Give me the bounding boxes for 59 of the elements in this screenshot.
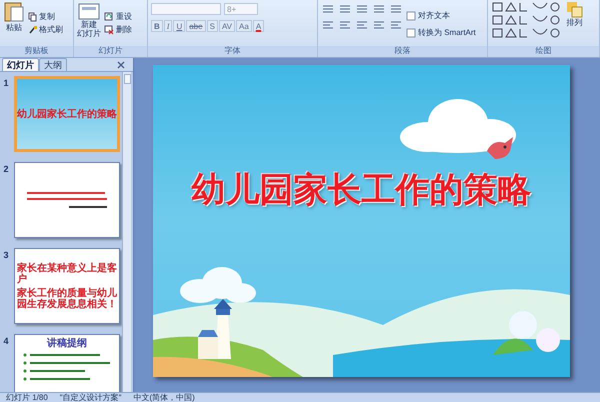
list-icon <box>372 3 386 15</box>
format-button[interactable]: AV <box>218 20 236 32</box>
toolbar-button[interactable]: 格式刷 <box>28 24 63 35</box>
slide-number: 4 <box>2 335 10 346</box>
slide-title: 幼儿园家长工作的策略 <box>190 170 532 210</box>
copy-icon <box>28 12 37 22</box>
toolbar-button[interactable]: 重设 <box>104 11 132 22</box>
pane-tab[interactable]: 大纲 <box>39 58 67 71</box>
font-name-field[interactable] <box>151 3 221 15</box>
status-text: 幻灯片 1/80 <box>5 393 49 402</box>
align-icon <box>321 19 335 31</box>
list-icon <box>338 3 352 15</box>
format-button[interactable]: U <box>173 20 186 32</box>
close-icon[interactable] <box>117 61 125 69</box>
align-icon <box>338 19 352 31</box>
toolbar-button[interactable]: 转换为 SmartArt <box>406 27 476 38</box>
delete-icon <box>104 24 114 34</box>
arrange-button[interactable]: 排列 <box>566 0 583 28</box>
slide-thumbnail[interactable]: 家长在某种意义上是客户 家长工作的质量与幼儿园生存发展息息相关！ <box>14 248 120 324</box>
slide-thumbnail[interactable] <box>14 162 120 238</box>
format-button[interactable]: I <box>164 20 172 32</box>
group-label: 绘图 <box>488 46 599 57</box>
toolbar-button[interactable]: 对齐文本 <box>406 10 476 21</box>
slide-number: 2 <box>2 163 10 174</box>
slide-number: 3 <box>2 249 10 260</box>
reset-icon <box>104 12 114 22</box>
align-icon <box>372 19 386 31</box>
thumbnail-title: 幼儿园家长工作的策略 <box>17 108 117 120</box>
thumbnail-text: 家长工作的质量与幼儿园生存发展息息相关！ <box>17 288 117 310</box>
group-label: 剪贴板 <box>0 46 73 57</box>
slide-icon <box>77 2 101 20</box>
list-icon <box>321 3 335 15</box>
format-button[interactable]: Aa <box>236 20 252 32</box>
brush-icon <box>28 24 37 34</box>
format-button[interactable]: abe <box>186 20 206 32</box>
list-icon <box>389 3 403 15</box>
list-icon <box>355 3 369 15</box>
align-icon <box>389 19 403 31</box>
thumbnail-text: 家长在某种意义上是客户 <box>17 262 117 284</box>
pane-tab[interactable]: 幻灯片 <box>2 58 39 71</box>
align-icon <box>355 19 369 31</box>
group-label: 字体 <box>148 46 317 57</box>
group-label: 幻灯片 <box>74 46 147 57</box>
slide-number: 1 <box>2 77 10 88</box>
scrollbar[interactable] <box>122 72 131 392</box>
clipboard-icon <box>3 1 25 23</box>
slide-thumbnail[interactable]: 讲稿提纲 <box>14 334 120 392</box>
status-text: 中文(简体，中国) <box>132 393 196 402</box>
status-text: "自定义设计方案" <box>58 393 122 402</box>
format-button[interactable]: S <box>206 20 218 32</box>
group-label: 段落 <box>318 46 487 57</box>
new-slide-button[interactable]: 新建 幻灯片 <box>77 0 101 38</box>
format-button[interactable]: B <box>151 20 163 32</box>
toolbar-button[interactable]: 复制 <box>28 11 63 22</box>
toolbar-button[interactable]: 删除 <box>104 24 132 35</box>
thumbnail-heading: 讲稿提纲 <box>47 338 87 349</box>
format-button[interactable]: A <box>252 20 264 32</box>
paste-button[interactable]: 粘贴 <box>3 0 25 33</box>
arrange-icon <box>566 1 583 18</box>
